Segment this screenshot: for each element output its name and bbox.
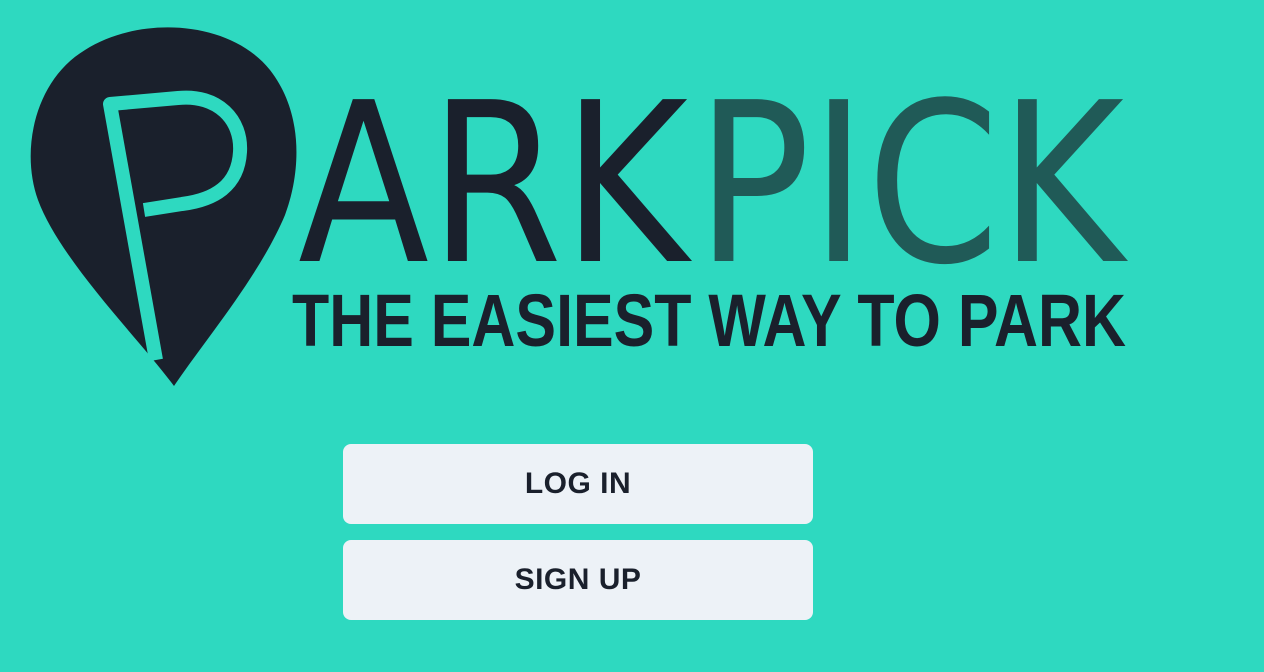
login-button[interactable]: LOG IN	[343, 444, 813, 524]
welcome-screen: ARK PICK THE EASIEST WAY TO PARK LOG IN …	[0, 0, 1264, 672]
brand-word-dark: ARK	[298, 56, 693, 314]
brand-word-accent: PICK	[696, 56, 1129, 314]
brand-tagline: THE EASIEST WAY TO PARK	[292, 279, 1126, 362]
signup-button[interactable]: SIGN UP	[343, 540, 813, 620]
parkpick-logo: ARK PICK THE EASIEST WAY TO PARK	[0, 0, 1264, 400]
map-pin-parking-icon	[30, 27, 297, 387]
